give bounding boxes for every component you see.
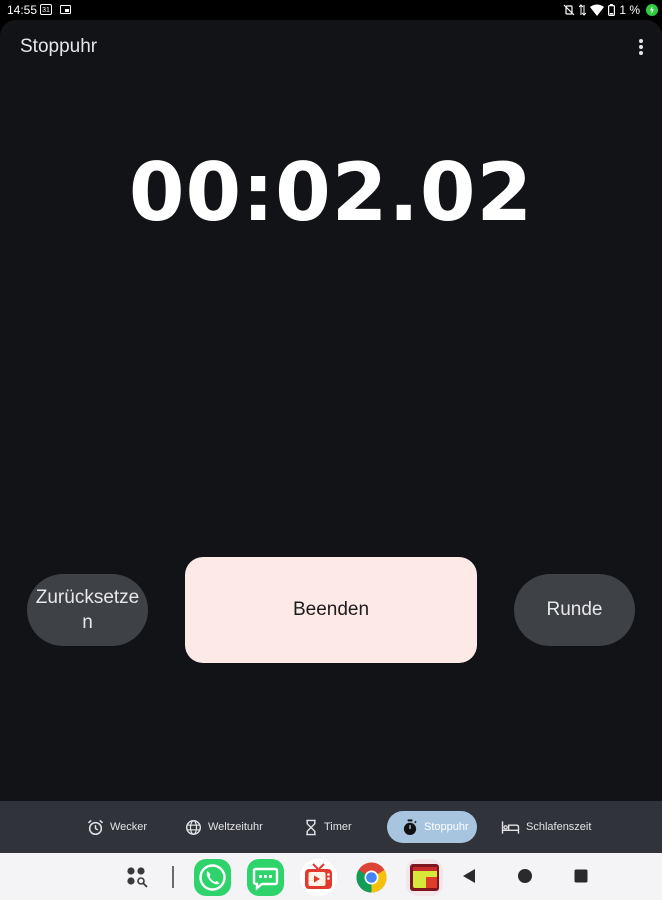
page-title: Stoppuhr <box>20 36 98 57</box>
stopwatch-icon <box>403 818 417 835</box>
home-icon[interactable] <box>517 868 533 884</box>
hourglass-icon <box>306 819 316 835</box>
status-icons: 1 % <box>563 3 640 17</box>
lap-button[interactable]: Runde <box>514 574 635 646</box>
globe-icon <box>185 819 202 835</box>
reset-button[interactable]: Zurücksetzen <box>27 574 148 646</box>
tab-world-clock-label: Weltzeituhr <box>208 821 263 833</box>
recents-icon[interactable] <box>574 869 588 883</box>
tab-bedtime-label: Schlafenszeit <box>526 821 592 833</box>
tab-alarm[interactable]: Wecker <box>87 811 147 843</box>
tab-world-clock[interactable]: Weltzeituhr <box>185 811 263 843</box>
chrome-app-icon[interactable] <box>353 859 390 896</box>
stopwatch-app: Stoppuhr 00:02.02 Zurücksetzen Beenden R… <box>0 20 662 853</box>
tv-app-icon[interactable] <box>300 859 337 896</box>
screen: 14:55 31 1 % Stoppuhr 00:02.02 Zurückset… <box>0 0 662 900</box>
back-icon[interactable] <box>462 868 476 884</box>
stopwatch-time: 00:02.02 <box>128 146 534 239</box>
alarm-icon <box>87 819 104 835</box>
messages-app-icon[interactable] <box>247 859 284 896</box>
mute-vibrate-icon <box>563 4 575 16</box>
more-vert-icon[interactable] <box>639 39 643 55</box>
tab-timer[interactable]: Timer <box>304 811 352 843</box>
bottom-nav: Wecker Weltzeituhr Timer Stoppuhr Schlaf… <box>0 801 662 853</box>
stop-button[interactable]: Beenden <box>185 557 477 663</box>
status-bar: 14:55 31 1 % <box>0 0 662 20</box>
battery-percent: 1 % <box>619 3 640 17</box>
taskbar-divider <box>172 866 174 888</box>
tab-bedtime[interactable]: Schlafenszeit <box>501 811 591 843</box>
wifi-icon <box>590 4 605 16</box>
tab-stopwatch[interactable]: Stoppuhr <box>387 811 477 843</box>
charging-icon <box>646 4 658 16</box>
calendar-icon: 31 <box>40 4 52 15</box>
status-time: 14:55 <box>7 3 38 17</box>
data-arrows-icon <box>579 4 587 16</box>
phone-app-icon[interactable] <box>194 859 231 896</box>
battery-icon <box>608 4 616 16</box>
window-icon <box>60 5 71 14</box>
folder-app-icon[interactable] <box>406 859 443 896</box>
bed-icon <box>501 820 520 834</box>
tab-stopwatch-label: Stoppuhr <box>424 821 469 833</box>
system-taskbar <box>0 853 662 900</box>
tab-timer-label: Timer <box>324 821 352 833</box>
app-drawer-icon[interactable] <box>126 866 151 888</box>
tab-alarm-label: Wecker <box>110 821 148 833</box>
